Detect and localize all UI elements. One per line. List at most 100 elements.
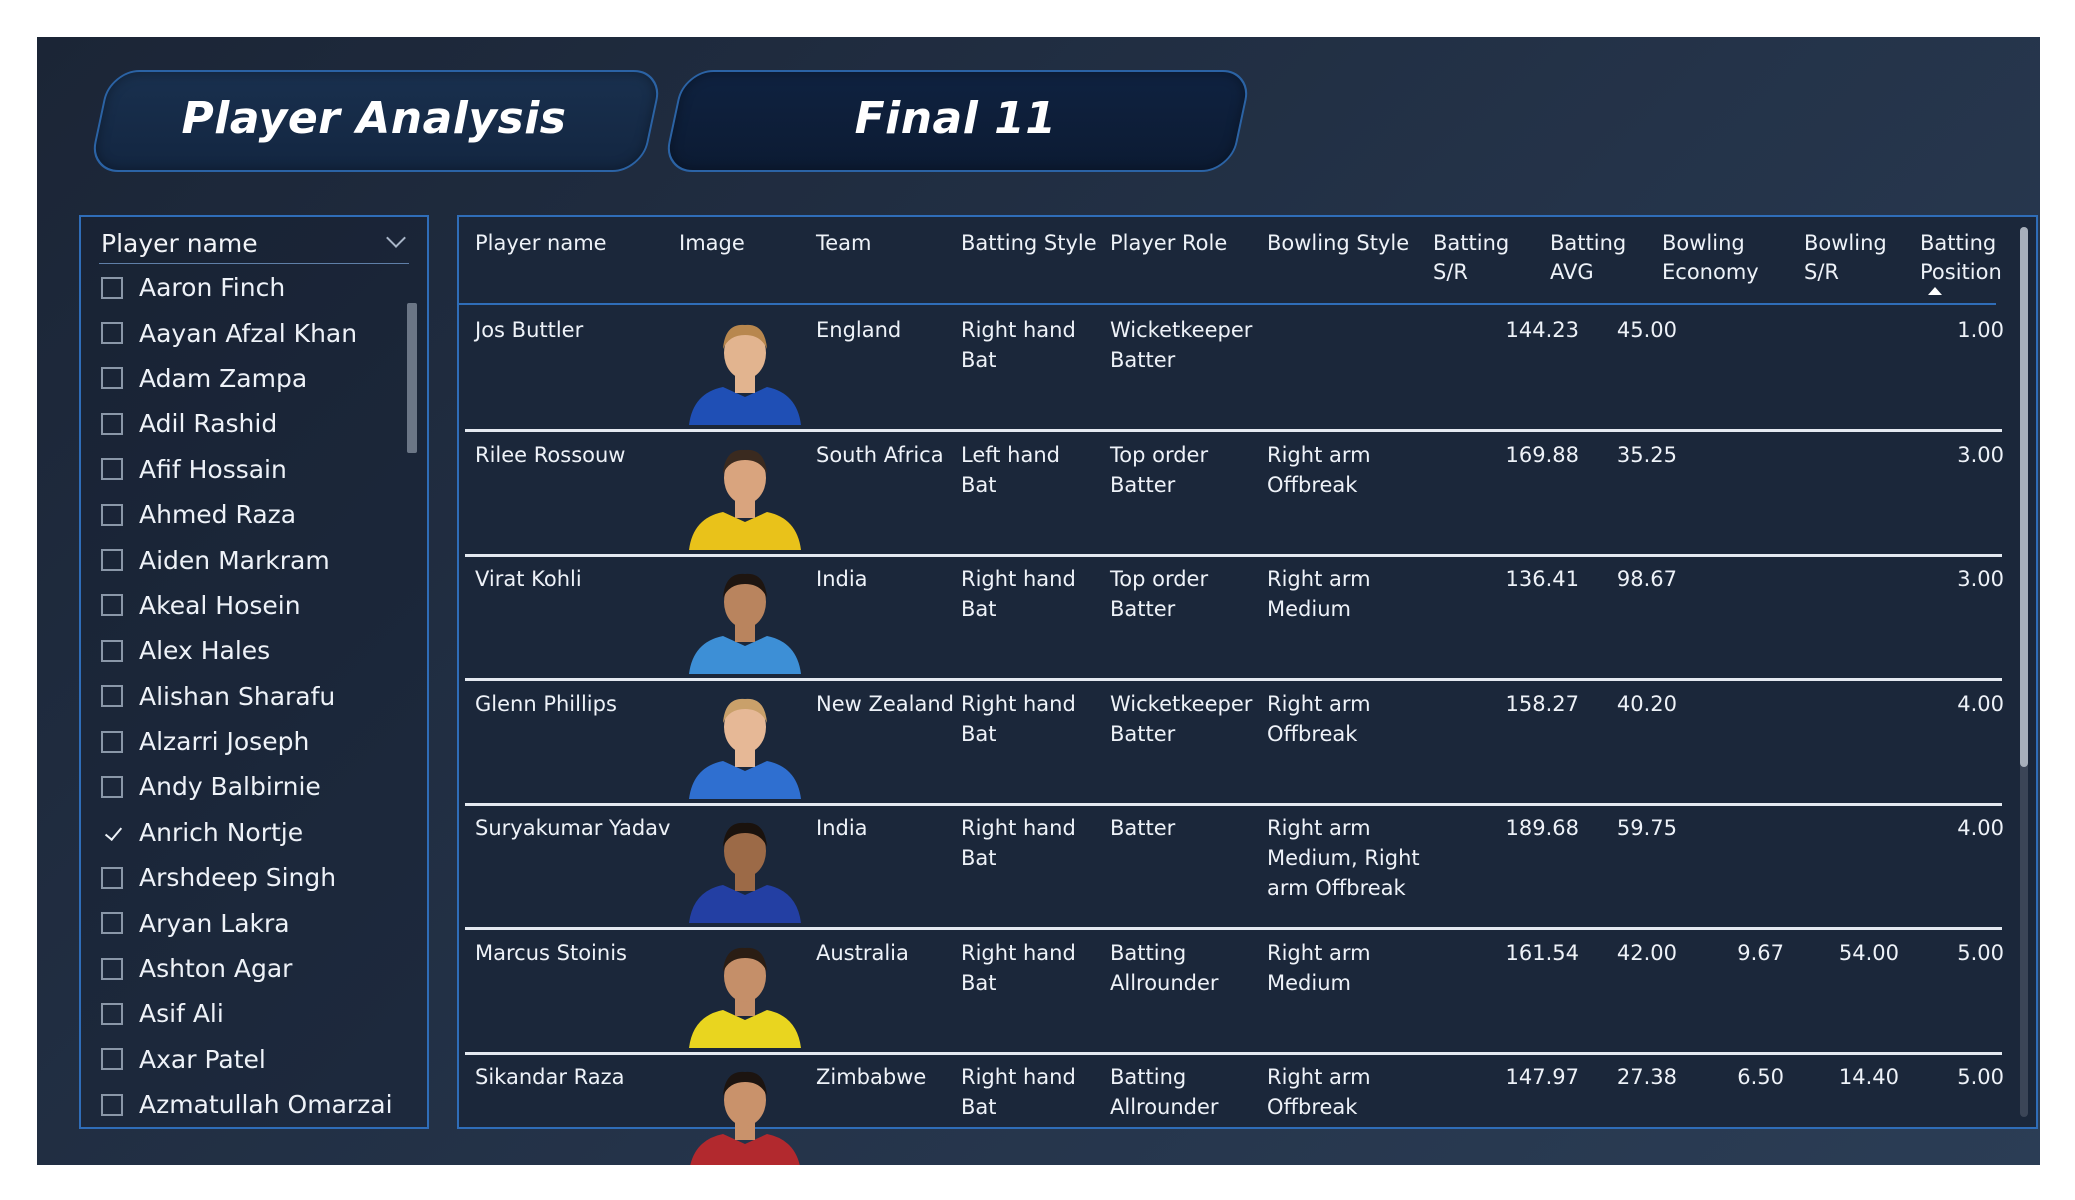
bowling-style-cell-line: Right arm [1267, 1065, 1371, 1089]
checkbox-icon[interactable] [101, 685, 123, 708]
checkbox-checked-icon[interactable] [101, 821, 123, 843]
batting-avg-cell: 40.20 [1616, 691, 1677, 716]
column-header[interactable]: Bowling Style [1267, 229, 1409, 258]
bowling-style-cell-line: Offbreak [1267, 472, 1358, 497]
batting-style-cell: Right hand Bat [961, 564, 1076, 624]
slicer-item-label: Adil Rashid [139, 409, 278, 439]
slicer-item[interactable]: Aayan Afzal Khan [101, 310, 391, 355]
table-row[interactable]: Marcus Stoinis Australia Right hand Bat Batt… [465, 928, 2004, 1055]
table-row[interactable]: Rilee Rossouw South Africa Left hand Bat Top… [465, 430, 2004, 557]
slicer-item[interactable]: Afif Hossain [101, 447, 391, 492]
checkbox-icon[interactable] [101, 322, 123, 345]
column-header[interactable]: Batting Position [1920, 229, 2002, 287]
batting-avg-cell: 35.25 [1616, 442, 1677, 467]
slicer-item[interactable]: Adam Zampa [101, 356, 391, 401]
tab-final-11-label[interactable]: Final 11 [673, 70, 1238, 168]
column-header[interactable]: Batting Style [961, 229, 1097, 258]
team-cell: New Zealand [816, 691, 954, 716]
slicer-item-label: Anrich Nortje [139, 817, 304, 847]
slicer-item-label: Aiden Markram [139, 545, 330, 575]
checkbox-icon[interactable] [101, 730, 123, 753]
slicer-item[interactable]: Akeal Hosein [101, 583, 391, 628]
checkbox-icon[interactable] [101, 549, 123, 572]
table-row[interactable]: Suryakumar Yadav India Right hand Bat Batter… [465, 803, 2004, 930]
checkbox-icon[interactable] [101, 458, 123, 481]
column-header-line: Batting [1550, 231, 1627, 255]
table-row[interactable]: Sikandar Raza Zimbabwe Right hand Bat Battin… [465, 1052, 2004, 1165]
batting-style-cell: Right hand Bat [961, 689, 1076, 749]
player-photo [685, 811, 805, 923]
slicer-item[interactable]: Aaron Finch [101, 265, 391, 310]
column-header[interactable]: Team [816, 229, 872, 258]
checkbox-icon[interactable] [101, 1093, 123, 1116]
slicer-item-label: Afif Hossain [139, 454, 287, 484]
batting-avg-cell: 59.75 [1616, 816, 1677, 840]
checkbox-icon[interactable] [101, 503, 123, 526]
checkbox-icon[interactable] [101, 367, 123, 390]
checkbox-icon[interactable] [101, 1048, 123, 1071]
slicer-item[interactable]: Adil Rashid [101, 401, 391, 446]
player-photo [685, 1060, 805, 1165]
slicer-item[interactable]: Alex Hales [101, 628, 391, 673]
batting-sr-cell: 147.97 [1505, 1065, 1579, 1089]
slicer-item[interactable]: Axar Patel [101, 1037, 391, 1082]
table-row[interactable]: Glenn Phillips New Zealand Right hand Bat Wi… [465, 679, 2004, 806]
column-header[interactable]: Image [679, 229, 745, 258]
report-canvas: Player Analysis Final 11 Player name Aar… [37, 37, 2040, 1165]
slicer-item[interactable]: Ashton Agar [101, 946, 391, 991]
player-role-cell: Top order Batter [1110, 564, 1208, 624]
player-photo-svg [689, 947, 801, 1048]
player-role-cell-line: Wicketkeeper [1110, 318, 1253, 342]
chevron-down-icon[interactable] [386, 228, 406, 248]
checkbox-icon[interactable] [101, 957, 123, 980]
bowling-style-cell: Right arm Offbreak [1267, 1062, 1371, 1122]
column-header[interactable]: Batting S/R [1433, 229, 1509, 287]
player-role-cell-line: Wicketkeeper [1110, 691, 1253, 716]
slicer-item[interactable]: Asif Ali [101, 991, 391, 1036]
sort-ascending-icon[interactable] [1928, 287, 1942, 295]
column-header-line: Bowling [1662, 231, 1745, 255]
table-row[interactable]: Jos Buttler England Right hand Bat Wicketkee… [465, 305, 2004, 432]
checkbox-icon[interactable] [101, 1002, 123, 1025]
slicer-item[interactable]: Aryan Lakra [101, 900, 391, 945]
tab-player-analysis-label[interactable]: Player Analysis [99, 70, 649, 168]
batting-style-cell-line: Bat [961, 348, 997, 372]
slicer-item[interactable]: Arshdeep Singh [101, 855, 391, 900]
column-header[interactable]: Bowling S/R [1804, 229, 1887, 287]
column-header[interactable]: Player Role [1110, 229, 1227, 258]
player-name-cell: Virat Kohli [475, 567, 582, 591]
player-name-cell: Rilee Rossouw [475, 442, 626, 467]
batting-style-cell-line: Bat [961, 970, 997, 995]
checkbox-icon[interactable] [101, 276, 123, 299]
column-header[interactable]: Bowling Economy [1662, 229, 1759, 287]
slicer-item[interactable]: Ahmed Raza [101, 492, 391, 537]
checkbox-icon[interactable] [101, 594, 123, 617]
column-header[interactable]: Batting AVG [1550, 229, 1626, 287]
batting-sr-cell: 158.27 [1505, 691, 1579, 716]
bowling-style-cell-line: arm Offbreak [1267, 876, 1406, 900]
checkbox-icon[interactable] [101, 866, 123, 889]
slicer-item-label: Aaron Finch [139, 273, 286, 303]
player-photo [685, 438, 805, 550]
team-cell: Australia [816, 940, 909, 965]
player-role-cell-line: Batting [1110, 940, 1187, 965]
batting-style-cell-line: Right hand [961, 691, 1076, 716]
table-row[interactable]: Virat Kohli India Right hand Bat Top order Ba… [465, 554, 2004, 681]
slicer-item[interactable]: Azmatullah Omarzai [101, 1082, 391, 1125]
table-scrollbar-thumb[interactable] [2020, 227, 2028, 767]
player-photo-svg [689, 822, 801, 923]
column-header[interactable]: Player name [475, 229, 607, 258]
bowling-sr-cell: 54.00 [1838, 940, 1899, 965]
checkbox-icon[interactable] [101, 775, 123, 798]
checkbox-icon[interactable] [101, 639, 123, 662]
checkbox-icon[interactable] [101, 912, 123, 935]
slicer-scrollbar[interactable] [407, 303, 417, 453]
batting-position-cell: 5.00 [1957, 1065, 2004, 1089]
checkbox-icon[interactable] [101, 412, 123, 435]
slicer-item[interactable]: Andy Balbirnie [101, 764, 391, 809]
slicer-item[interactable]: Alishan Sharafu [101, 674, 391, 719]
slicer-item[interactable]: Aiden Markram [101, 537, 391, 582]
slicer-item[interactable]: Anrich Nortje [101, 810, 391, 855]
slicer-item[interactable]: Alzarri Joseph [101, 719, 391, 764]
slicer-header[interactable]: Player name [99, 225, 409, 264]
